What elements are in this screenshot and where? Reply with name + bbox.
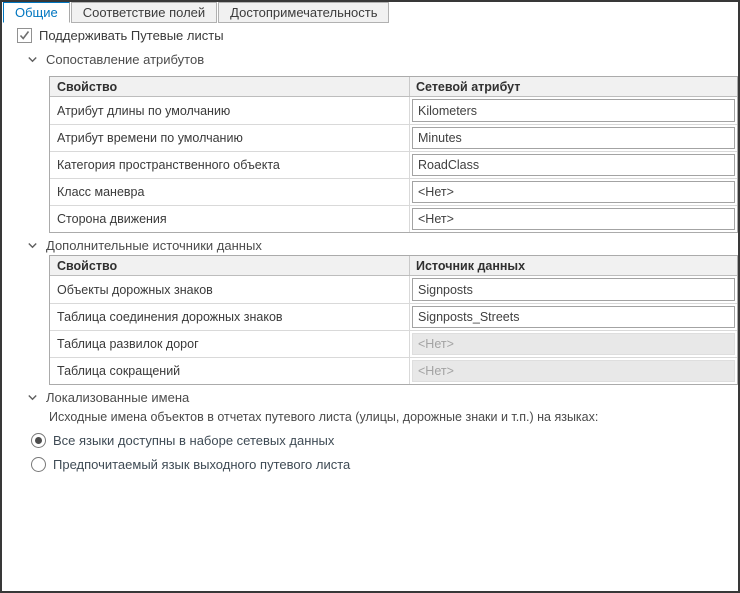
signposts-streets-combo[interactable]: Signposts_Streets	[412, 306, 735, 328]
chevron-down-icon[interactable]	[27, 392, 38, 403]
property-label: Таблица сокращений	[50, 358, 410, 384]
chevron-down-icon[interactable]	[27, 240, 38, 251]
support-directions-label: Поддерживать Путевые листы	[39, 28, 224, 43]
column-header-property: Свойство	[50, 256, 410, 275]
length-attribute-combo[interactable]: Kilometers	[412, 99, 735, 122]
road-class-combo[interactable]: RoadClass	[412, 154, 735, 176]
directions-properties-dialog: Общие Соответствие полей Достопримечател…	[0, 0, 740, 593]
table-header-row: Свойство Сетевой атрибут	[50, 77, 737, 97]
table-row: Категория пространственного объекта Road…	[50, 151, 737, 178]
section-title: Дополнительные источники данных	[46, 238, 262, 253]
table-row: Сторона движения <Нет>	[50, 205, 737, 232]
section-title: Сопоставление атрибутов	[46, 52, 204, 67]
maneuver-class-combo[interactable]: <Нет>	[412, 181, 735, 203]
time-attribute-combo[interactable]: Minutes	[412, 127, 735, 149]
section-localized-names: Локализованные имена	[27, 390, 189, 405]
property-label: Атрибут длины по умолчанию	[50, 97, 410, 124]
chevron-down-icon[interactable]	[27, 54, 38, 65]
abbreviations-combo: <Нет>	[412, 360, 735, 382]
support-directions-checkbox[interactable]	[17, 28, 32, 43]
section-attribute-mapping: Сопоставление атрибутов	[27, 52, 204, 67]
column-header-data-source: Источник данных	[410, 256, 737, 275]
column-header-property: Свойство	[50, 77, 410, 96]
property-label: Класс маневра	[50, 179, 410, 205]
table-row: Атрибут времени по умолчанию Minutes	[50, 124, 737, 151]
table-row: Таблица развилок дорог <Нет>	[50, 330, 737, 357]
driving-side-combo[interactable]: <Нет>	[412, 208, 735, 230]
property-label: Сторона движения	[50, 206, 410, 232]
table-row: Таблица соединения дорожных знаков Signp…	[50, 303, 737, 330]
property-label: Таблица соединения дорожных знаков	[50, 304, 410, 330]
radio-label: Предпочитаемый язык выходного путевого л…	[53, 457, 350, 472]
radio-label: Все языки доступны в наборе сетевых данн…	[53, 433, 334, 448]
support-directions-row: Поддерживать Путевые листы	[17, 28, 224, 43]
property-label: Категория пространственного объекта	[50, 152, 410, 178]
tab-bar: Общие Соответствие полей Достопримечател…	[3, 2, 390, 23]
table-header-row: Свойство Источник данных	[50, 256, 737, 276]
table-row: Атрибут длины по умолчанию Kilometers	[50, 97, 737, 124]
road-splits-combo: <Нет>	[412, 333, 735, 355]
localized-names-description: Исходные имена объектов в отчетах путево…	[49, 410, 598, 424]
signposts-combo[interactable]: Signposts	[412, 278, 735, 301]
section-additional-sources: Дополнительные источники данных	[27, 238, 262, 253]
tab-field-mapping[interactable]: Соответствие полей	[71, 2, 217, 23]
radio-preferred-language[interactable]: Предпочитаемый язык выходного путевого л…	[31, 457, 350, 472]
table-row: Таблица сокращений <Нет>	[50, 357, 737, 384]
check-icon	[19, 30, 30, 41]
property-label: Таблица развилок дорог	[50, 331, 410, 357]
column-header-network-attribute: Сетевой атрибут	[410, 77, 737, 96]
table-row: Класс маневра <Нет>	[50, 178, 737, 205]
tab-general[interactable]: Общие	[3, 2, 70, 23]
attribute-mapping-table: Свойство Сетевой атрибут Атрибут длины п…	[49, 76, 738, 233]
property-label: Атрибут времени по умолчанию	[50, 125, 410, 151]
table-row: Объекты дорожных знаков Signposts	[50, 276, 737, 303]
radio-all-languages[interactable]: Все языки доступны в наборе сетевых данн…	[31, 433, 334, 448]
radio-button-icon[interactable]	[31, 457, 46, 472]
property-label: Объекты дорожных знаков	[50, 276, 410, 303]
tab-landmark[interactable]: Достопримечательность	[218, 2, 389, 23]
section-title: Локализованные имена	[46, 390, 189, 405]
radio-button-icon[interactable]	[31, 433, 46, 448]
additional-sources-table: Свойство Источник данных Объекты дорожны…	[49, 255, 738, 385]
